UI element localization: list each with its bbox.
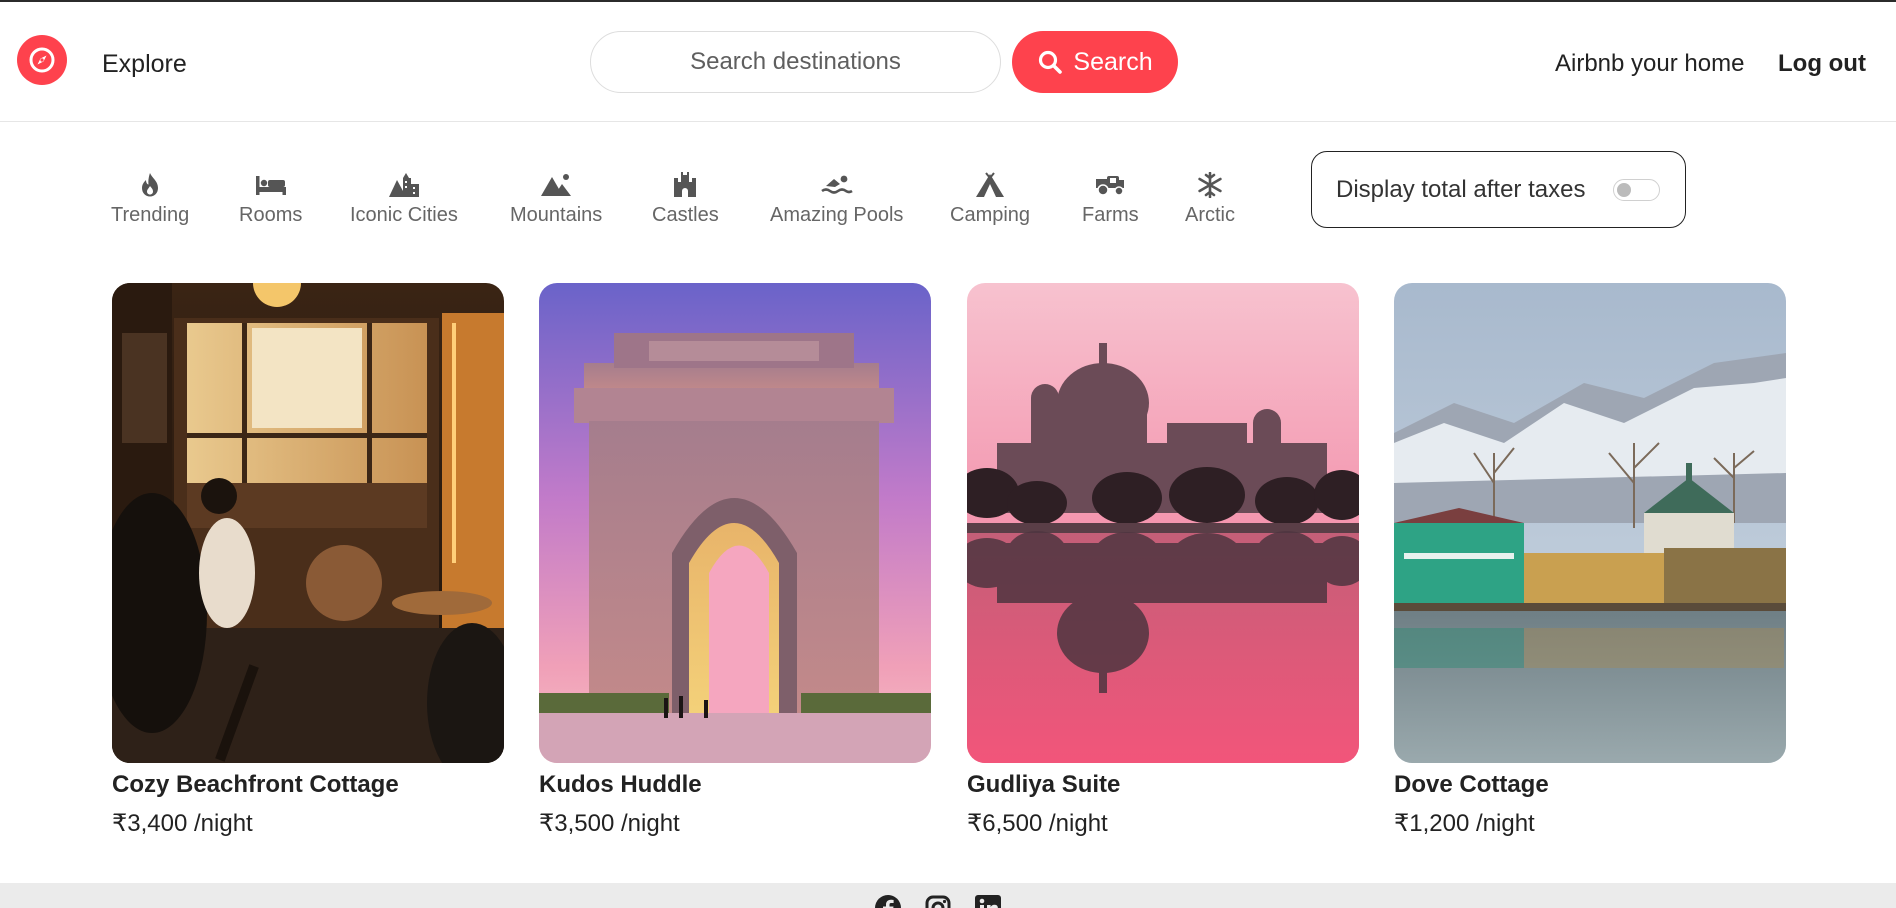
filter-amazing-pools[interactable]: Amazing Pools	[770, 170, 903, 227]
filter-label: Trending	[111, 204, 190, 226]
filter-camping[interactable]: Camping	[950, 170, 1030, 227]
listing-price: ₹3,500 /night	[539, 810, 680, 837]
listing-photo[interactable]	[112, 283, 504, 763]
castle-icon	[669, 170, 701, 200]
listing-title[interactable]: Cozy Beachfront Cottage	[112, 771, 504, 799]
airbnb-your-home-link[interactable]: Airbnb your home	[1555, 50, 1744, 78]
city-icon	[388, 170, 420, 200]
instagram-icon[interactable]	[925, 895, 951, 908]
filter-label: Iconic Cities	[350, 204, 458, 226]
filter-farms[interactable]: Farms	[1082, 170, 1139, 227]
swimmer-icon	[820, 170, 853, 200]
filter-trending[interactable]: Trending	[111, 170, 189, 227]
logout-link[interactable]: Log out	[1778, 50, 1866, 78]
mountain-icon	[540, 170, 572, 200]
listing-title[interactable]: Gudliya Suite	[967, 771, 1359, 799]
facebook-icon[interactable]	[875, 895, 901, 908]
filter-arctic[interactable]: Arctic	[1185, 170, 1235, 227]
listing-price: ₹1,200 /night	[1394, 810, 1535, 837]
filter-rooms[interactable]: Rooms	[239, 170, 302, 227]
filter-label: Farms	[1082, 204, 1139, 226]
listing-title[interactable]: Kudos Huddle	[539, 771, 931, 799]
search-icon	[1039, 50, 1063, 74]
tractor-icon	[1094, 170, 1126, 200]
search-button[interactable]: Search	[1012, 31, 1178, 93]
compass-icon[interactable]	[17, 35, 67, 85]
tent-icon	[974, 170, 1006, 200]
listing-price: ₹6,500 /night	[967, 810, 1108, 837]
listing-photo[interactable]	[1394, 283, 1786, 763]
filter-castles[interactable]: Castles	[652, 170, 719, 227]
tax-toggle-label: Display total after taxes	[1336, 175, 1586, 203]
filter-label: Arctic	[1185, 204, 1235, 226]
snowflake-icon	[1194, 170, 1226, 200]
search-button-label: Search	[1073, 47, 1153, 76]
search-input[interactable]	[590, 31, 1001, 93]
filter-label: Mountains	[510, 204, 603, 226]
filter-label: Castles	[652, 204, 719, 226]
filter-label: Amazing Pools	[770, 204, 904, 226]
listing-photo[interactable]	[539, 283, 931, 763]
filter-label: Rooms	[239, 204, 303, 226]
listing-card[interactable]: Dove Cottage ₹1,200 /night	[1394, 283, 1786, 838]
linkedin-icon[interactable]	[975, 895, 1001, 908]
navbar: Explore Search Airbnb your home Log out	[0, 2, 1896, 122]
listing-card[interactable]: Gudliya Suite ₹6,500 /night	[967, 283, 1359, 838]
listing-photo[interactable]	[967, 283, 1359, 763]
filter-mountains[interactable]: Mountains	[510, 170, 602, 227]
bed-icon	[255, 170, 287, 200]
listing-title[interactable]: Dove Cottage	[1394, 771, 1786, 799]
listing-price: ₹3,400 /night	[112, 810, 253, 837]
tax-toggle-panel: Display total after taxes	[1311, 151, 1686, 228]
tax-toggle-switch[interactable]	[1613, 179, 1660, 201]
filter-label: Camping	[950, 204, 1031, 226]
listing-card[interactable]: Cozy Beachfront Cottage ₹3,400 /night	[112, 283, 504, 838]
fire-icon	[134, 170, 166, 200]
explore-link[interactable]: Explore	[102, 50, 187, 79]
footer	[0, 883, 1896, 908]
toggle-knob	[1617, 183, 1631, 197]
filter-iconic-cities[interactable]: Iconic Cities	[350, 170, 458, 227]
listing-card[interactable]: Kudos Huddle ₹3,500 /night	[539, 283, 931, 838]
